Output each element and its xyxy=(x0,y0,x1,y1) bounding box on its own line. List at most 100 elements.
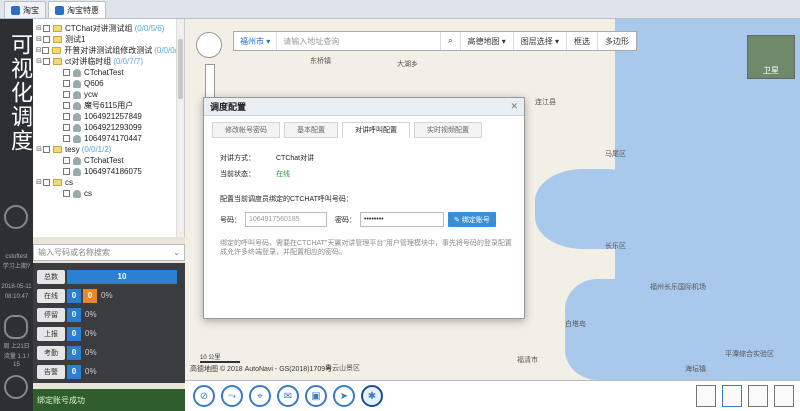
report-icon[interactable] xyxy=(722,385,742,407)
panel-toggle-icon[interactable] xyxy=(696,385,716,407)
cloud-icon[interactable] xyxy=(4,315,28,339)
tree-checkbox[interactable] xyxy=(43,146,50,153)
close-icon[interactable]: ✕ xyxy=(510,101,518,112)
stat-row[interactable]: 停留 0 0% xyxy=(37,307,97,322)
tree-checkbox[interactable] xyxy=(42,47,50,54)
tree-checkbox[interactable] xyxy=(43,36,50,43)
map-label: 福州长乐国际机场 xyxy=(650,284,706,291)
expand-icon[interactable]: ⊟ xyxy=(35,56,43,67)
tree-item[interactable]: 1064921257849 xyxy=(33,111,184,122)
stat-row[interactable]: 总数 10 xyxy=(37,269,177,284)
bind-account-button[interactable]: ✎ 绑定账号 xyxy=(448,212,496,227)
tree-item[interactable]: 1064974170447 xyxy=(33,133,184,144)
back-arrow-icon[interactable] xyxy=(4,375,28,399)
tree-checkbox[interactable] xyxy=(63,190,70,197)
number-label: 号码： xyxy=(220,216,241,224)
map-attribution: 高德地图 © 2018 AutoNavi - GS(2018)1709号 xyxy=(190,366,333,373)
tree-item[interactable]: Q606 xyxy=(33,78,184,89)
password-field[interactable]: •••••••• xyxy=(360,212,444,227)
map-compass-icon[interactable] xyxy=(196,32,222,58)
taobao-favicon-icon xyxy=(11,5,20,15)
browser-tab-taobao-tehui[interactable]: 淘宝特惠 xyxy=(48,1,106,18)
stat-value: 0 xyxy=(67,345,81,360)
rail-user: cstoftest xyxy=(5,254,28,260)
user-icon xyxy=(73,101,81,110)
tree-checkbox[interactable] xyxy=(43,58,50,65)
stat-label: 在线 xyxy=(37,288,65,303)
satellite-toggle[interactable]: 卫星 xyxy=(747,35,795,79)
expand-icon[interactable]: ⊟ xyxy=(35,45,42,56)
tree-item[interactable]: 1064974186075 xyxy=(33,166,184,177)
tree-item[interactable]: CTchatTest xyxy=(33,67,184,78)
expand-icon[interactable]: ⊟ xyxy=(35,23,43,34)
tree-item[interactable]: ⊟ tesy (0/0/1/2) xyxy=(33,144,184,155)
browser-tab-taobao[interactable]: 淘宝 xyxy=(4,1,46,18)
headset-icon[interactable] xyxy=(4,205,28,229)
tree-item[interactable]: 1064921293099 xyxy=(33,122,184,133)
tree-item-count: (0/0/7/7) xyxy=(113,57,144,66)
stat-label: 总数 xyxy=(37,269,65,284)
stat-row[interactable]: 在线 0 0 0% xyxy=(37,288,113,303)
tree-item[interactable]: cs xyxy=(33,188,184,199)
dialog-tabs: 修改帐号密码 基本配置 对讲呼叫配置 实时视频配置 xyxy=(212,122,482,138)
member-search-input[interactable]: 输入号码或名称搜索 ⌄ xyxy=(33,244,185,261)
alert-icon[interactable]: ✱ xyxy=(361,385,383,407)
app-title: 可视化调度 xyxy=(7,33,32,153)
tree-item-label: 1064974170447 xyxy=(84,134,142,143)
tree-item[interactable]: ycw xyxy=(33,89,184,100)
expand-icon[interactable]: ⊟ xyxy=(35,34,43,45)
city-selector[interactable]: 福州市 ▾ xyxy=(234,32,278,50)
send-icon[interactable]: ➤ xyxy=(333,385,355,407)
tree-checkbox[interactable] xyxy=(63,157,70,164)
tree-item[interactable]: 魔号6115用户 xyxy=(33,100,184,111)
chat-icon[interactable]: ✉ xyxy=(277,385,299,407)
address-search-input[interactable]: 请输入地址查询 xyxy=(277,36,440,47)
tree-item[interactable]: ⊟ CTChat对讲测试组 (0/0/5/6) xyxy=(33,23,184,34)
tree-checkbox[interactable] xyxy=(63,102,70,109)
tab-basic-config[interactable]: 基本配置 xyxy=(284,122,338,138)
tree-item[interactable]: ⊟ 开普对讲测试组修改测试 (0/0/0/0) xyxy=(33,45,184,56)
tree-checkbox[interactable] xyxy=(43,179,50,186)
bind-note: 绑定的呼叫号码，需要在CTCHAT"天翼对讲管理平台"用户管理模块中，事先将号码… xyxy=(220,240,512,256)
map-type-dropdown[interactable]: 高德地图 ▾ xyxy=(459,32,513,50)
track-icon[interactable]: ⤳ xyxy=(221,385,243,407)
tree-checkbox[interactable] xyxy=(63,80,70,87)
rail-date: 2018-05-11 xyxy=(1,284,32,290)
tree-checkbox[interactable] xyxy=(63,168,70,175)
tab-video-config[interactable]: 实时视频配置 xyxy=(414,122,482,138)
tree-scrollbar[interactable] xyxy=(176,19,184,237)
stat-row[interactable]: 考勤 0 0% xyxy=(37,345,97,360)
tree-item[interactable]: ⊟ cs xyxy=(33,177,184,188)
tree-checkbox[interactable] xyxy=(63,135,70,142)
folder-icon xyxy=(53,25,62,32)
tree-checkbox[interactable] xyxy=(63,91,70,98)
polygon-button[interactable]: 多边形 xyxy=(597,32,636,50)
document-icon[interactable] xyxy=(748,385,768,407)
settings-icon[interactable] xyxy=(774,385,794,407)
tree-checkbox[interactable] xyxy=(63,113,70,120)
tree-checkbox[interactable] xyxy=(63,124,70,131)
expand-icon[interactable]: ⊟ xyxy=(35,144,43,155)
tree-checkbox[interactable] xyxy=(43,25,50,32)
stat-row[interactable]: 告警 0 0% xyxy=(37,364,97,379)
search-icon[interactable]: ⌕ xyxy=(440,32,459,50)
location-icon[interactable]: ⌖ xyxy=(249,385,271,407)
tree-item[interactable]: ⊟ 测试1 xyxy=(33,34,184,45)
number-field[interactable]: 1064917560185 xyxy=(245,212,327,227)
scroll-thumb[interactable] xyxy=(178,39,183,99)
chevron-down-icon[interactable]: ⌄ xyxy=(173,248,180,257)
user-icon xyxy=(73,90,81,99)
tree-item[interactable]: ⊟ ct对讲临时组 (0/0/7/7) xyxy=(33,56,184,67)
rail-subtext: 学习上期? xyxy=(2,264,31,270)
layer-dropdown[interactable]: 图层选择 ▾ xyxy=(512,32,566,50)
tree-checkbox[interactable] xyxy=(63,69,70,76)
stat-label: 考勤 xyxy=(37,345,65,360)
expand-icon[interactable]: ⊟ xyxy=(35,177,43,188)
box-select-button[interactable]: 框选 xyxy=(566,32,597,50)
tree-item[interactable]: CTchatTest xyxy=(33,155,184,166)
tab-talk-call-config[interactable]: 对讲呼叫配置 xyxy=(342,122,410,138)
forbid-icon[interactable]: ⊘ xyxy=(193,385,215,407)
stat-row[interactable]: 上报 0 0% xyxy=(37,326,97,341)
tab-change-password[interactable]: 修改帐号密码 xyxy=(212,122,280,138)
image-icon[interactable]: ▣ xyxy=(305,385,327,407)
